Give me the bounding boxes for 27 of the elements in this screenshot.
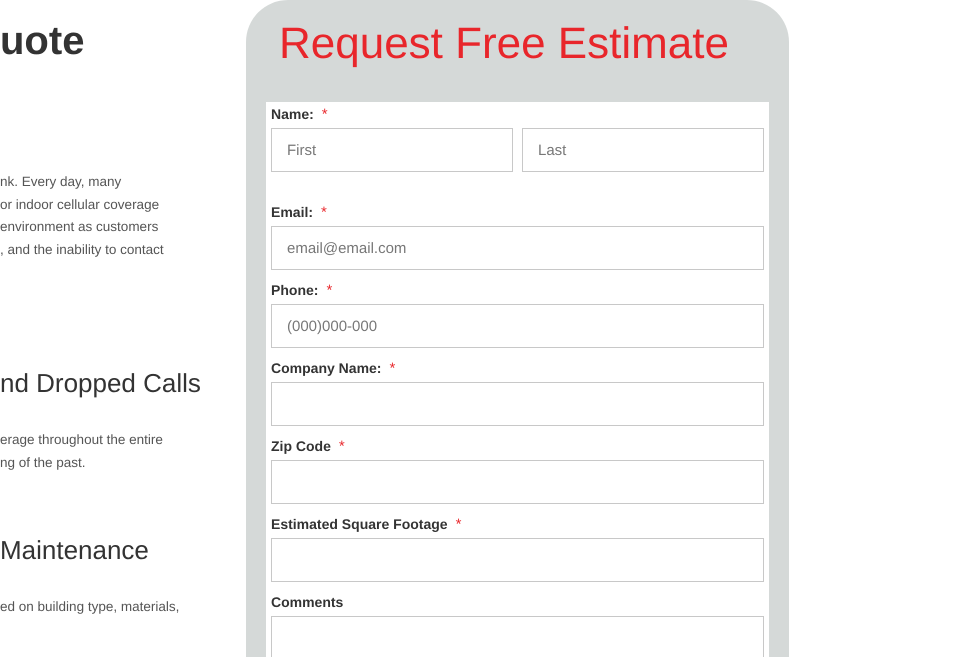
required-asterisk: * — [326, 282, 332, 298]
section-heading: nd Dropped Calls — [0, 367, 201, 399]
text-input-field[interactable] — [271, 460, 764, 504]
name-input-field[interactable]: Last — [522, 128, 764, 172]
form-title: Request Free Estimate — [279, 20, 729, 68]
field-label: Estimated Square Footage — [271, 517, 448, 531]
field-label: Company Name: — [271, 361, 382, 375]
text-input-field[interactable]: email@email.com — [271, 226, 764, 270]
field-label: Zip Code — [271, 439, 331, 453]
text-input-field[interactable]: (000)000-000 — [271, 304, 764, 348]
text-input-field[interactable] — [271, 382, 764, 426]
required-asterisk: * — [322, 106, 328, 122]
text-input-field[interactable] — [271, 538, 764, 582]
page-title: uote — [0, 21, 84, 61]
required-asterisk: * — [389, 360, 396, 376]
section-paragraph: ed on building type, materials, — [0, 598, 180, 616]
section-paragraph: erage throughout the entire ng of the past. — [0, 431, 163, 472]
field-label: Email: — [271, 205, 314, 219]
section-heading: Maintenance — [0, 534, 149, 566]
required-asterisk: * — [456, 516, 462, 532]
name-input-field[interactable]: First — [271, 128, 513, 172]
section-paragraph: nk. Every day, many or indoor cellular coverage environment as customers , and the inability to contact — [0, 173, 164, 259]
required-asterisk: * — [321, 204, 327, 220]
required-asterisk: * — [338, 438, 345, 454]
field-label: Comments — [271, 595, 344, 609]
field-label: Phone: — [271, 283, 318, 297]
field-label: Name: — [271, 107, 314, 121]
